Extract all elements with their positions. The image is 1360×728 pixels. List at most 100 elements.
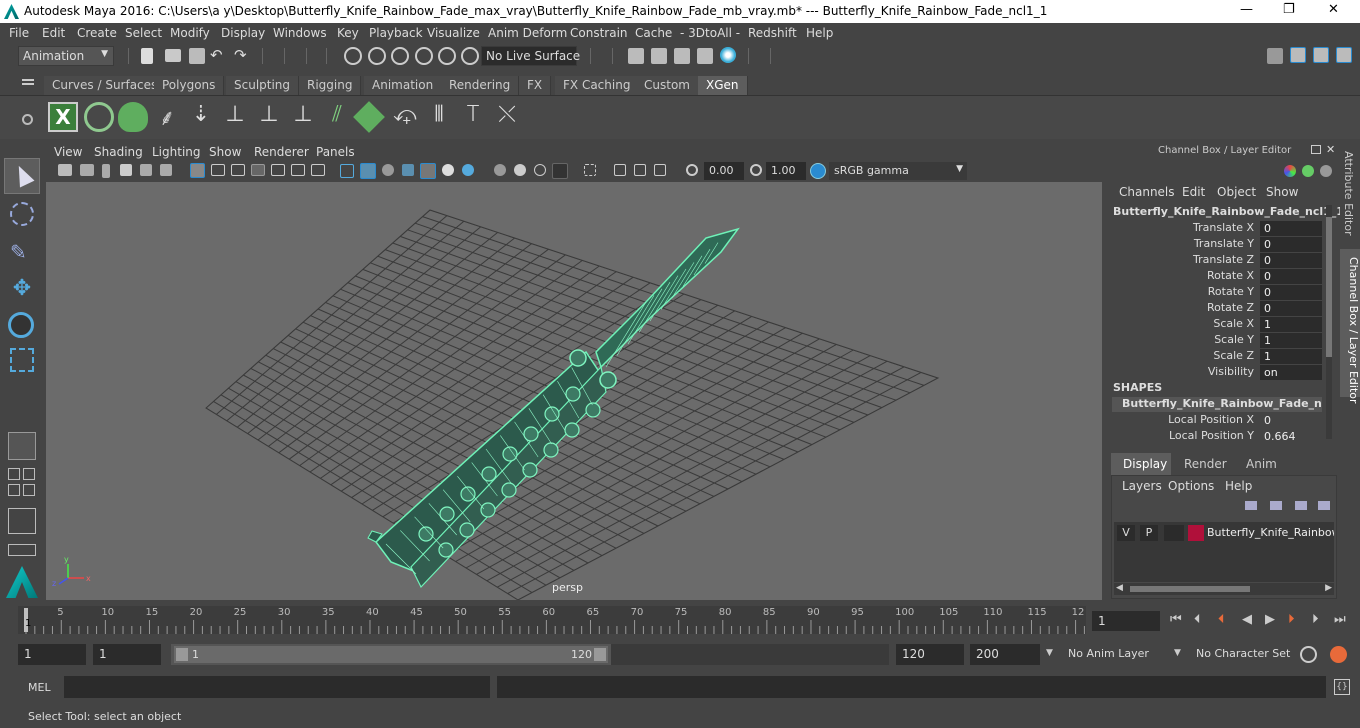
- tab-fx-caching[interactable]: FX Caching: [555, 76, 640, 95]
- attribute-value-field[interactable]: 1: [1260, 333, 1322, 348]
- playback-end-field[interactable]: 120: [896, 644, 964, 665]
- mode-dropdown[interactable]: Animation ▼: [18, 46, 114, 66]
- exposure-field[interactable]: 0.00: [704, 162, 744, 180]
- attribute-label[interactable]: Scale X: [1108, 317, 1254, 330]
- layer-display-type[interactable]: [1164, 525, 1184, 541]
- select-tool-icon[interactable]: [4, 158, 40, 194]
- outliner-layout-icon[interactable]: [8, 484, 20, 496]
- attribute-value-field[interactable]: 0: [1260, 253, 1322, 268]
- paint-select-tool-icon[interactable]: ✎: [10, 240, 34, 264]
- attribute-value-field[interactable]: 0: [1260, 269, 1322, 284]
- menu-help[interactable]: Help: [806, 26, 833, 40]
- layer-playback-toggle[interactable]: P: [1140, 525, 1158, 541]
- attribute-label[interactable]: Rotate X: [1108, 269, 1254, 282]
- object-name[interactable]: Butterfly_Knife_Rainbow_Fade_ncl1_1: [1113, 205, 1344, 218]
- vp-menu-lighting[interactable]: Lighting: [152, 145, 201, 159]
- new-layer-icon[interactable]: [1295, 501, 1307, 510]
- animation-start-field[interactable]: 1: [18, 644, 86, 665]
- motion-blur-icon[interactable]: [514, 164, 526, 176]
- attribute-label[interactable]: Rotate Y: [1108, 285, 1254, 298]
- xray-icon[interactable]: [614, 164, 626, 176]
- maximize-button[interactable]: ❐: [1283, 2, 1295, 17]
- menu-file[interactable]: File: [9, 26, 29, 40]
- vp-menu-renderer[interactable]: Renderer: [254, 145, 309, 159]
- go-to-start-icon[interactable]: ⏮: [1170, 612, 1182, 627]
- tool-settings-toggle-icon[interactable]: [1336, 47, 1352, 63]
- attribute-value-field[interactable]: 0: [1260, 301, 1322, 316]
- attribute-editor-toggle-icon[interactable]: [1313, 47, 1329, 63]
- tab-rendering[interactable]: Rendering: [441, 76, 520, 95]
- vp-menu-view[interactable]: View: [54, 145, 82, 159]
- select-by-hierarchy-icon[interactable]: [344, 47, 362, 65]
- shape-attribute-value[interactable]: 0: [1260, 413, 1322, 428]
- color-space-dropdown[interactable]: sRGB gamma ▼: [829, 162, 967, 180]
- tab-animation[interactable]: Animation: [364, 76, 443, 95]
- safe-title-icon[interactable]: [311, 164, 325, 176]
- gate-mask-icon[interactable]: [251, 164, 265, 176]
- attribute-label[interactable]: Translate Z: [1108, 253, 1254, 266]
- panel-layout-icon[interactable]: [8, 544, 36, 556]
- attribute-value-field[interactable]: on: [1260, 365, 1322, 380]
- attribute-value-field[interactable]: 0: [1260, 221, 1322, 236]
- textured-icon[interactable]: [420, 163, 436, 179]
- move-tool-icon[interactable]: ✥: [10, 276, 34, 301]
- shelf-menu-icon[interactable]: [22, 79, 34, 81]
- snap-grid-icon[interactable]: [415, 47, 433, 65]
- layer-editor-tab-anim[interactable]: Anim: [1236, 453, 1282, 475]
- render-settings-icon[interactable]: [697, 48, 713, 64]
- range-end-handle[interactable]: [594, 648, 606, 661]
- ambient-occlusion-icon[interactable]: [494, 164, 506, 176]
- xgen-guides-lock-icon[interactable]: ⊥: [288, 102, 318, 132]
- grid-toggle-icon[interactable]: [190, 163, 205, 178]
- layer-menu-help[interactable]: Help: [1225, 479, 1252, 493]
- tab-fx[interactable]: FX: [519, 76, 552, 95]
- live-surface-field[interactable]: No Live Surface: [481, 46, 580, 66]
- snap-point-icon[interactable]: [461, 47, 479, 65]
- chevron-down-icon[interactable]: ▼: [1046, 648, 1053, 658]
- vp-menu-panels[interactable]: Panels: [316, 145, 355, 159]
- wireframe-shading-icon[interactable]: [340, 164, 354, 178]
- menu-display[interactable]: Display: [221, 26, 265, 40]
- step-forward-icon[interactable]: ⏵: [1312, 612, 1319, 627]
- cb-menu-show[interactable]: Show: [1266, 185, 1298, 199]
- side-tab-attribute-editor[interactable]: Attribute Editor: [1342, 151, 1355, 236]
- menu-constrain[interactable]: Constrain: [570, 26, 628, 40]
- menu-create[interactable]: Create: [77, 26, 117, 40]
- perspective-viewport[interactable]: x y z persp: [46, 182, 1102, 600]
- step-back-key-icon[interactable]: ⏴: [1218, 612, 1225, 627]
- move-layer-down-icon[interactable]: [1270, 501, 1282, 510]
- resolution-gate-icon[interactable]: [231, 164, 245, 176]
- xgen-curves-to-guides-icon[interactable]: ⫴: [424, 102, 454, 132]
- depth-of-field-icon[interactable]: [552, 163, 568, 179]
- go-to-end-icon[interactable]: ⏭: [1334, 612, 1346, 627]
- attribute-value-field[interactable]: 0: [1260, 285, 1322, 300]
- xgen-guides-bend-icon[interactable]: ⫽: [322, 102, 352, 132]
- close-panel-icon[interactable]: ✕: [1326, 143, 1335, 156]
- layer-name[interactable]: Butterfly_Knife_Rainbow: [1207, 526, 1334, 539]
- render-frame-icon[interactable]: [651, 48, 667, 64]
- shape-attribute-value[interactable]: 0.664: [1260, 429, 1322, 444]
- menu-playback[interactable]: Playback: [369, 26, 423, 40]
- menu-edit[interactable]: Edit: [42, 26, 65, 40]
- grease-pencil-icon[interactable]: [160, 164, 172, 176]
- tab-xgen[interactable]: XGen: [698, 76, 748, 95]
- play-forwards-icon[interactable]: ▶: [1265, 612, 1275, 627]
- xray-components-icon[interactable]: [654, 164, 666, 176]
- xgen-guides-flip-icon[interactable]: [353, 101, 385, 133]
- bookmark-icon[interactable]: [102, 164, 110, 178]
- channel-box-toggle-icon[interactable]: [1290, 47, 1306, 63]
- tab-curves-surfaces[interactable]: Curves / Surfaces: [44, 76, 167, 95]
- shelf-options-gear-icon[interactable]: [22, 114, 33, 125]
- scroll-right-icon[interactable]: ▶: [1325, 583, 1332, 593]
- new-layer-selected-icon[interactable]: [1318, 501, 1330, 510]
- gamma-icon[interactable]: [750, 164, 762, 176]
- time-slider[interactable]: 5 10 15 20 25 30 35 40 45 50 55 60 65 70 75 80 85 90 95 100…: [18, 606, 1086, 634]
- new-scene-icon[interactable]: [141, 48, 153, 64]
- menu-windows[interactable]: Windows: [273, 26, 327, 40]
- layer-visibility-toggle[interactable]: V: [1117, 525, 1135, 541]
- wireframe-on-shaded-icon[interactable]: [382, 164, 394, 176]
- undo-icon[interactable]: ↶: [210, 46, 223, 64]
- smooth-shading-icon[interactable]: [360, 163, 376, 179]
- shape-name[interactable]: Butterfly_Knife_Rainbow_Fade_ncl1_...: [1112, 397, 1322, 412]
- workspace-icon[interactable]: [1267, 48, 1283, 64]
